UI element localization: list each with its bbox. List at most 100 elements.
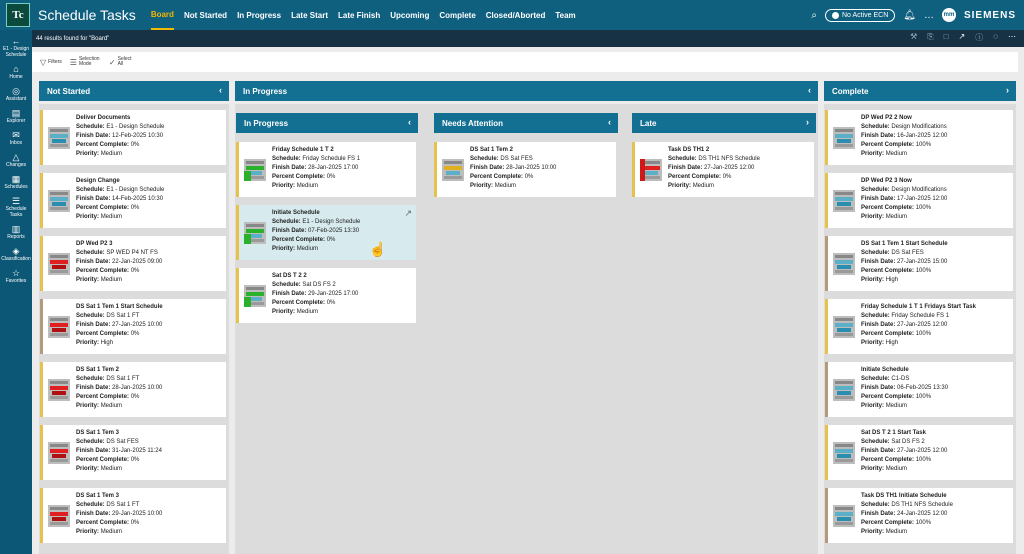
filters-button[interactable]: ▽ Filters xyxy=(40,58,62,67)
schedule-thumbnail-icon xyxy=(48,190,70,212)
sidebar-item-favorites[interactable]: ☆ Favorites xyxy=(0,268,32,284)
chevron-right-icon[interactable]: › xyxy=(1006,85,1009,95)
card-schedule: Schedule: DS Sat 1 FT xyxy=(76,312,163,321)
nav-late-start[interactable]: Late Start xyxy=(291,0,328,30)
card-percent: Percent Complete: 0% xyxy=(76,204,164,213)
avatar[interactable]: mm xyxy=(941,8,956,22)
task-card[interactable]: DS Sat 1 Tem 2 Schedule: DS Sat FES Finish… xyxy=(434,142,616,197)
card-finish: Finish Date: 07-Feb-2025 13:30 xyxy=(272,227,360,236)
chevron-right-icon[interactable]: › xyxy=(806,117,809,127)
ecn-button[interactable]: No Active ECN xyxy=(824,8,896,22)
more-icon[interactable]: … xyxy=(924,10,934,21)
percent-label: Percent Complete: xyxy=(668,174,722,180)
copy-icon[interactable]: ⎘ xyxy=(927,32,933,43)
card-finish: Finish Date: 28-Jan-2025 10:00 xyxy=(76,384,162,393)
task-card[interactable]: Deliver Documents Schedule: E1 - Design S… xyxy=(40,110,226,165)
chevron-left-icon[interactable]: ‹ xyxy=(808,85,811,95)
selection-mode-icon: ☰ xyxy=(69,57,77,67)
task-card[interactable]: Task DS TH1 2 Schedule: DS TH1 NFS Schedu… xyxy=(632,142,814,197)
nav-in-progress[interactable]: In Progress xyxy=(237,0,281,30)
card-finish: Finish Date: 06-Feb-2025 13:30 xyxy=(861,384,948,393)
chevron-left-icon[interactable]: ‹ xyxy=(608,117,611,127)
paste-icon[interactable]: □ xyxy=(944,32,949,43)
task-card[interactable]: Friday Schedule 1 T 2 Schedule: Friday Sc… xyxy=(236,142,416,197)
finish-value: 17-Jan-2025 12:00 xyxy=(897,196,948,202)
percent-label: Percent Complete: xyxy=(76,394,130,400)
card-priority: Priority: Medium xyxy=(668,182,760,191)
schedule-value: DS Sat FES xyxy=(891,250,924,256)
finish-value: 29-Jan-2025 17:00 xyxy=(308,291,359,297)
info-icon[interactable]: ⓘ xyxy=(975,32,983,43)
task-card[interactable]: DP Wed P2 2 Now Schedule: Design Modifica… xyxy=(825,110,1013,165)
subcolumn-header-in-progress[interactable]: In Progress ‹ xyxy=(236,113,418,133)
schedule-label: Schedule: xyxy=(76,187,105,193)
nav-closed-aborted[interactable]: Closed/Aborted xyxy=(486,0,546,30)
sidebar-item-inbox[interactable]: ✉ Inbox xyxy=(0,130,32,146)
sidebar-item-reports[interactable]: ▥ Reports xyxy=(0,224,32,240)
percent-value: 100% xyxy=(915,457,932,463)
overflow-icon[interactable]: ⋯ xyxy=(1008,32,1016,43)
subcolumn-header-needs-attention[interactable]: Needs Attention ‹ xyxy=(434,113,618,133)
nav-upcoming[interactable]: Upcoming xyxy=(390,0,429,30)
task-card[interactable]: DS Sat 1 Tem 2 Schedule: DS Sat 1 FT Finis… xyxy=(40,362,226,417)
sidebar-item-explorer[interactable]: ▤ Explorer xyxy=(0,108,32,124)
sidebar-item-schedules[interactable]: ▦ Schedules xyxy=(0,174,32,190)
schedule-value: Friday Schedule FS 1 xyxy=(302,156,361,162)
task-card[interactable]: DS Sat 1 Tem 1 Start Schedule Schedule: D… xyxy=(40,299,226,354)
priority-value: Medium xyxy=(100,277,123,283)
sidebar-item-e1-design-schedule[interactable]: ← E1 - Design Schedule xyxy=(0,36,32,58)
task-card[interactable]: DP Wed P2 3 Schedule: SP WED P4 NT FS Fini… xyxy=(40,236,226,291)
task-card[interactable]: DS Sat 1 Tem 1 Start Schedule Schedule: D… xyxy=(825,236,1013,291)
share-icon[interactable]: ↗ xyxy=(959,32,966,43)
chevron-left-icon[interactable]: ‹ xyxy=(219,85,222,95)
card-title: Initiate Schedule xyxy=(272,210,320,216)
task-card[interactable]: Task DS TH1 Initiate Schedule Schedule: D… xyxy=(825,488,1013,543)
sidebar-item-assistant[interactable]: ◎ Assistant xyxy=(0,86,32,102)
sidebar-item-schedule-tasks[interactable]: ☰ Schedule Tasks xyxy=(0,196,32,218)
task-card[interactable]: DS Sat 1 Tem 3 Schedule: DS Sat 1 FT Finis… xyxy=(40,488,226,543)
task-card[interactable]: DS Sat 1 Tem 3 Schedule: DS Sat FES Finish… xyxy=(40,425,226,480)
chat-icon[interactable]: ◌ xyxy=(993,32,998,43)
column-header-not-started[interactable]: Not Started ‹ xyxy=(39,81,229,101)
column-header-complete[interactable]: Complete › xyxy=(824,81,1016,101)
bell-icon[interactable]: 🔔︎ xyxy=(903,10,916,21)
open-in-icon[interactable]: ↗ xyxy=(404,208,412,219)
column-header-in-progress[interactable]: In Progress ‹ xyxy=(235,81,818,101)
priority-value: Medium xyxy=(296,183,319,189)
hand-cursor-icon: ☝ xyxy=(369,241,387,257)
task-card[interactable]: DP Wed P2 3 Now Schedule: Design Modifica… xyxy=(825,173,1013,228)
task-card[interactable]: Sat DS T 2 1 Start Task Schedule: Sat DS … xyxy=(825,425,1013,480)
app-logo[interactable]: Tc xyxy=(6,3,30,27)
nav-complete[interactable]: Complete xyxy=(439,0,475,30)
priority-value: Medium xyxy=(885,403,908,409)
finish-value: 14-Feb-2025 10:30 xyxy=(112,196,164,202)
sidebar-item-label: Assistant xyxy=(5,96,27,102)
task-card[interactable]: Sat DS T 2 2 Schedule: Sat DS FS 2 Finish … xyxy=(236,268,416,323)
pin-icon[interactable]: ⚒ xyxy=(910,32,917,43)
task-card[interactable]: Friday Schedule 1 T 1 Fridays Start Task… xyxy=(825,299,1013,354)
nav-late-finish[interactable]: Late Finish xyxy=(338,0,380,30)
selection-mode-button[interactable]: ☰ Selection Mode xyxy=(70,57,101,67)
card-priority: Priority: Medium xyxy=(861,150,947,159)
schedule-thumbnail-icon xyxy=(640,159,662,181)
nav-team[interactable]: Team xyxy=(555,0,575,30)
card-title: Task DS TH1 2 xyxy=(668,147,710,153)
task-card[interactable]: Design Change Schedule: E1 - Design Sched… xyxy=(40,173,226,228)
select-all-button[interactable]: ✓ Select All xyxy=(109,57,134,67)
sidebar-item-home[interactable]: ⌂ Home xyxy=(0,64,32,80)
card-schedule: Schedule: Friday Schedule FS 1 xyxy=(272,155,360,164)
task-card[interactable]: Initiate Schedule Schedule: C1-DS Finish D… xyxy=(825,362,1013,417)
schedule-value: DS Sat 1 FT xyxy=(106,502,140,508)
search-icon[interactable]: ⌕ xyxy=(811,10,817,21)
subcolumn-header-late[interactable]: Late › xyxy=(632,113,816,133)
card-schedule: Schedule: E1 - Design Schedule xyxy=(272,218,360,227)
chevron-left-icon[interactable]: ‹ xyxy=(408,117,411,127)
nav-not-started[interactable]: Not Started xyxy=(184,0,227,30)
card-finish: Finish Date: 28-Jan-2025 17:00 xyxy=(272,164,360,173)
nav-board[interactable]: Board xyxy=(150,0,174,30)
card-title: DS Sat 1 Tem 2 xyxy=(470,147,513,153)
priority-label: Priority: xyxy=(76,403,100,409)
sidebar-item-changes[interactable]: △ Changes xyxy=(0,152,32,168)
task-card[interactable]: Initiate Schedule Schedule: E1 - Design S… xyxy=(236,205,416,260)
sidebar-item-classification[interactable]: ◈ Classification xyxy=(0,246,32,262)
